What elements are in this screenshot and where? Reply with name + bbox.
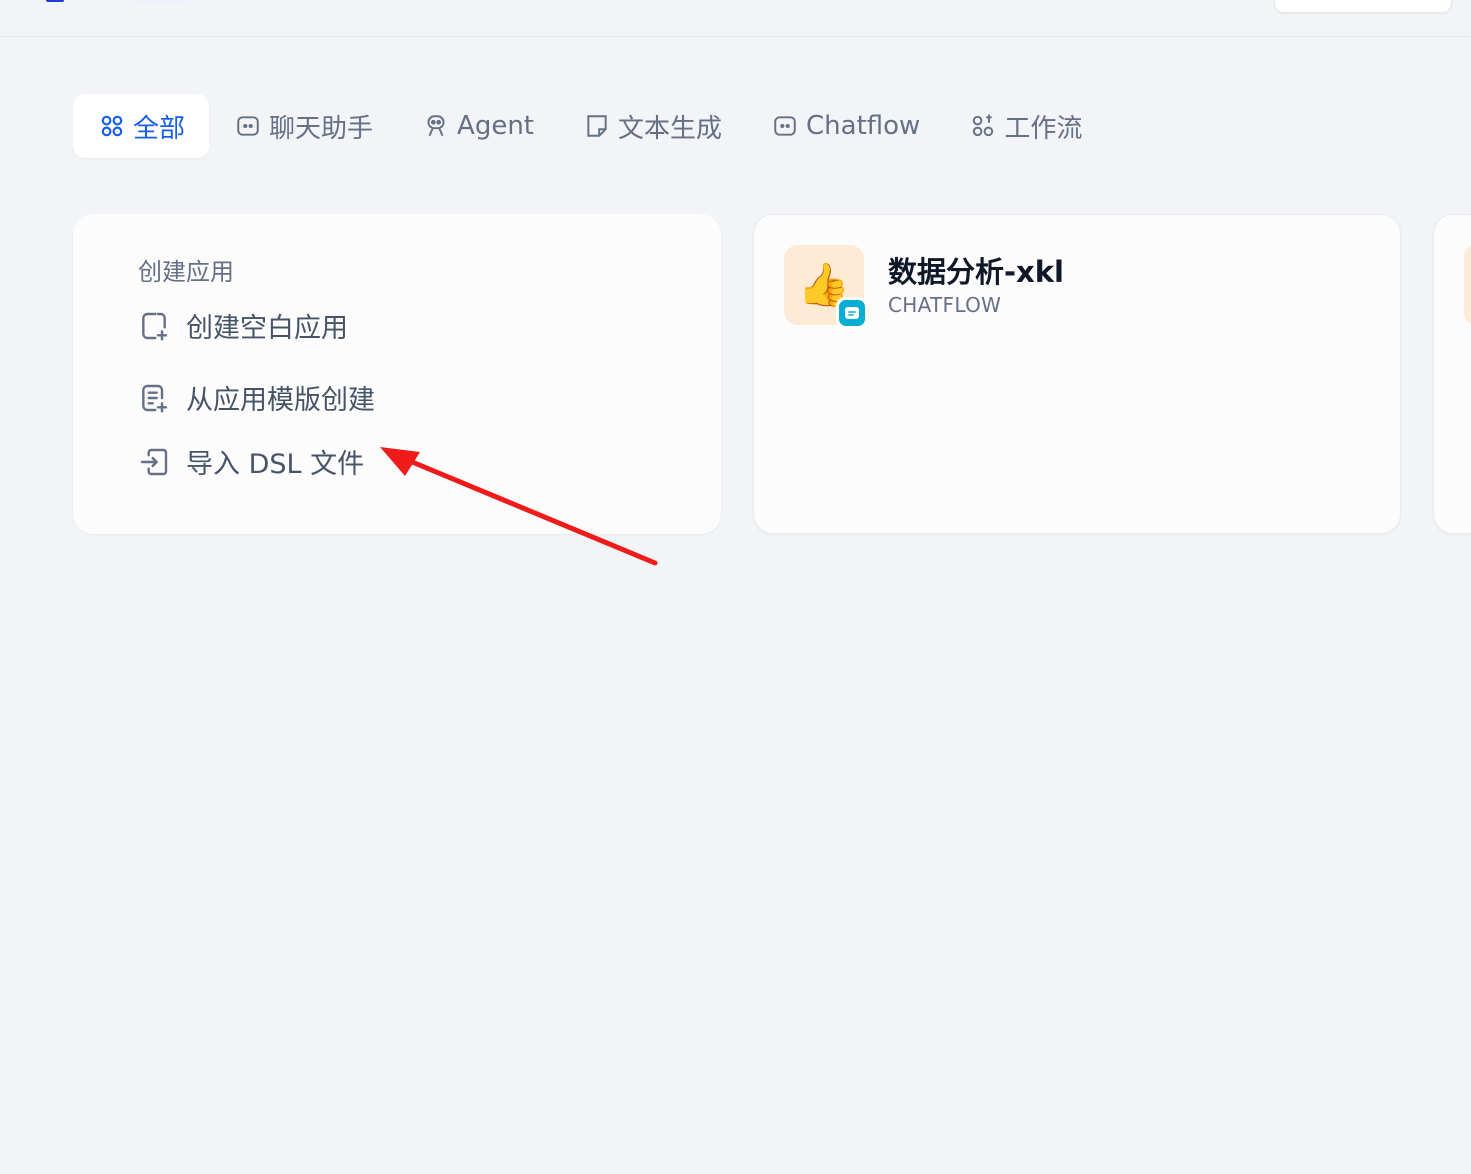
tab-all[interactable]: 全部 <box>73 94 210 158</box>
tab-label: Agent <box>457 111 534 141</box>
import-icon <box>138 446 170 478</box>
create-app-title: 创建应用 <box>138 258 234 286</box>
logo-mark <box>46 0 64 2</box>
create-from-template-button[interactable]: 从应用模版创建 <box>138 378 375 417</box>
tab-label: 文本生成 <box>618 113 723 144</box>
file-plus-icon <box>138 310 170 342</box>
create-item-label: 从应用模版创建 <box>186 385 375 416</box>
tab-chat-assistant[interactable]: 聊天助手 <box>209 94 397 158</box>
chatflow-badge-icon <box>839 300 865 326</box>
header-nav-pill[interactable] <box>134 0 190 4</box>
chatflow-badge <box>836 297 868 329</box>
tab-agent[interactable]: Agent <box>397 94 558 158</box>
app-card[interactable]: 👍 数据分析-xkl CHATFLOW <box>753 214 1401 534</box>
annotation-arrow <box>380 447 658 566</box>
app-card-partial[interactable] <box>1433 214 1471 534</box>
app-type-label: CHATFLOW <box>888 293 1002 317</box>
tab-label: 全部 <box>133 113 186 144</box>
chat-bubble-icon <box>772 113 798 139</box>
tab-chatflow[interactable]: Chatflow <box>746 94 944 158</box>
import-dsl-button[interactable]: 导入 DSL 文件 <box>138 442 364 481</box>
header-search-box[interactable] <box>1274 0 1452 13</box>
tab-text-generation[interactable]: 文本生成 <box>558 94 746 158</box>
tab-workflow[interactable]: 工作流 <box>944 94 1106 158</box>
tab-label: 聊天助手 <box>269 113 374 144</box>
app-type-tabs: 全部 聊天助手 Agent 文本生成 Chatflow 工作流 <box>73 94 1106 158</box>
create-blank-app-button[interactable]: 创建空白应用 <box>138 306 348 345</box>
template-icon <box>138 382 170 414</box>
create-item-label: 导入 DSL 文件 <box>186 449 365 480</box>
app-name: 数据分析-xkl <box>888 255 1064 289</box>
grid-icon <box>99 113 125 139</box>
note-icon <box>584 113 610 139</box>
top-header <box>0 0 1471 37</box>
create-item-label: 创建空白应用 <box>186 313 348 344</box>
workflow-icon <box>970 113 996 139</box>
tab-label: 工作流 <box>1004 113 1083 144</box>
tab-label: Chatflow <box>806 111 921 141</box>
chat-bubble-icon <box>235 113 261 139</box>
robot-icon <box>423 113 449 139</box>
create-app-card: 创建应用 创建空白应用 从应用模版创建 导入 DSL 文件 <box>73 214 721 534</box>
app-icon <box>1464 245 1471 325</box>
